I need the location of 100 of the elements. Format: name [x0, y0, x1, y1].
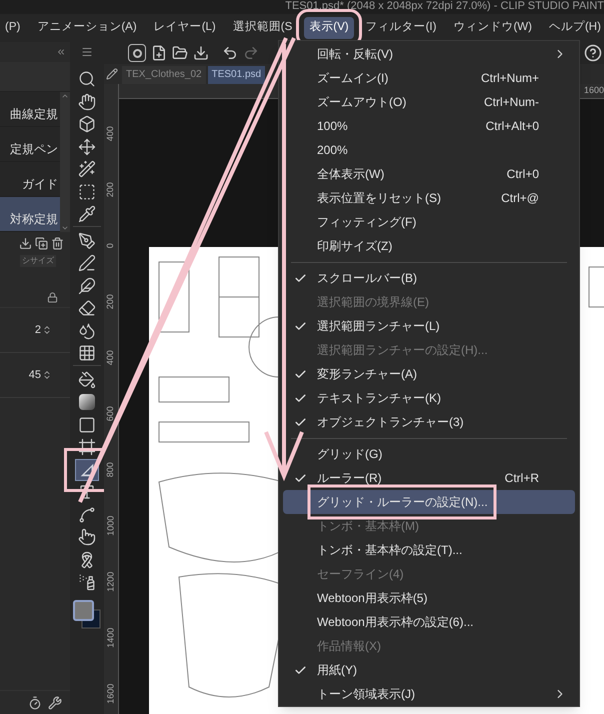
- move-icon: [78, 138, 96, 156]
- menu-item-label: ズームイン(I): [317, 70, 388, 87]
- menu-item-label: トーン領域表示(J): [317, 686, 415, 703]
- menu-item[interactable]: Webtoon用表示枠(5): [283, 586, 575, 610]
- ruler-label: 400: [104, 126, 116, 142]
- collapse-icon[interactable]: [56, 47, 66, 57]
- menu-title[interactable]: アニメーション(A): [32, 17, 142, 39]
- import-icon[interactable]: [19, 236, 32, 250]
- ruler-label: 200: [104, 294, 116, 310]
- undo-icon[interactable]: [222, 45, 238, 61]
- pen-nib-icon: [78, 232, 96, 250]
- ruler-tool-item[interactable]: ガイド: [0, 162, 60, 197]
- menu-item[interactable]: グリッド・ルーラーの設定(N)...: [283, 490, 575, 514]
- menu-item-label: スクロールバー(B): [317, 270, 417, 287]
- menu-item[interactable]: ズームアウト(O) Ctrl+Num-: [283, 90, 575, 114]
- ruler-tool-item[interactable]: 定規ペン: [0, 127, 60, 162]
- wrench-icon[interactable]: [48, 696, 62, 710]
- save-icon[interactable]: [193, 45, 209, 61]
- menu-item-label: フィッティング(F): [317, 214, 416, 231]
- menu-item[interactable]: トーン領域表示(J): [283, 682, 575, 706]
- ruler-tool-item[interactable]: 対称定規: [0, 197, 60, 232]
- menu-item-label: 全体表示(W): [317, 166, 384, 183]
- window-title: TES01.psd* (2048 x 2048px 72dpi 27.0%) - CLIP STUDIO PAINT: [285, 0, 604, 12]
- timer-icon[interactable]: [28, 696, 42, 710]
- hand-icon: [78, 92, 96, 111]
- pencil-icon[interactable]: [106, 68, 118, 80]
- ruler-label: 600: [104, 406, 116, 422]
- menu-item[interactable]: ズームイン(I) Ctrl+Num+: [283, 66, 575, 90]
- menu-item[interactable]: Webtoon用表示枠の設定(6)...: [283, 610, 575, 634]
- menu-item[interactable]: トンボ・基本枠の設定(T)...: [283, 538, 575, 562]
- menu-item[interactable]: 回転・反転(V): [283, 42, 575, 66]
- menu-item[interactable]: 選択範囲ランチャー(L): [283, 314, 575, 338]
- menu-title[interactable]: 表示(V): [304, 17, 354, 39]
- duplicate-icon[interactable]: [35, 236, 48, 250]
- menu-item[interactable]: テキストランチャー(K): [283, 386, 575, 410]
- color-swatch-drawing[interactable]: [72, 600, 102, 630]
- menu-title[interactable]: (P): [0, 17, 26, 39]
- triangle-ruler-icon: [78, 460, 96, 479]
- document-tab[interactable]: TES01.psd: [208, 66, 266, 84]
- spinner-icon[interactable]: [42, 325, 52, 335]
- menu-item-label: Webtoon用表示枠の設定(6)...: [317, 614, 474, 631]
- menu-item[interactable]: 100% Ctrl+Alt+0: [283, 114, 575, 138]
- menu-item-label: 表示位置をリセット(S): [317, 190, 441, 207]
- menu-item[interactable]: 変形ランチャー(A): [283, 362, 575, 386]
- lock-icon[interactable]: [47, 292, 58, 303]
- curve-icon: [78, 506, 96, 524]
- spinner-icon[interactable]: [42, 370, 52, 380]
- menu-item[interactable]: 200%: [283, 138, 575, 162]
- frame-icon: [78, 438, 96, 456]
- ruler-label: 400: [104, 350, 116, 366]
- eyedropper-icon: [78, 205, 96, 224]
- value-text: 45: [28, 368, 41, 383]
- checkmark-icon: [294, 320, 306, 332]
- scrollbar[interactable]: [60, 92, 70, 232]
- menu-item-label: 選択範囲ランチャーの設定(H)...: [317, 342, 488, 359]
- document-tab[interactable]: TEX_Clothes_02: [122, 66, 206, 84]
- menu-icon[interactable]: [81, 46, 93, 58]
- menu-item[interactable]: フィッティング(F): [283, 210, 575, 234]
- menu-title[interactable]: ウィンドウ(W): [448, 17, 537, 39]
- menu-item[interactable]: スクロールバー(B): [283, 266, 575, 290]
- menu-item[interactable]: 用紙(Y): [283, 658, 575, 682]
- menu-item-label: グリッド(G): [317, 446, 382, 463]
- menu-item-label: Webtoon用表示枠(5): [317, 590, 428, 607]
- feather-icon: [78, 276, 96, 295]
- menu-item-label: 回転・反転(V): [317, 46, 393, 63]
- menu-title[interactable]: レイヤー(L): [148, 17, 221, 39]
- menu-item[interactable]: 表示位置をリセット(S) Ctrl+@: [283, 186, 575, 210]
- pointer-icon: [78, 528, 96, 546]
- text-icon: [78, 483, 96, 502]
- menu-item-label: ルーラー(R): [317, 470, 382, 487]
- scroll-down-icon[interactable]: [61, 224, 69, 232]
- menu-item-label: 作品情報(X): [317, 638, 381, 655]
- ruler-label: 1600: [104, 684, 116, 704]
- menu-item[interactable]: オブジェクトランチャー(3): [283, 410, 575, 434]
- menu-item[interactable]: 印刷サイズ(Z): [283, 234, 575, 258]
- checkmark-icon: [294, 392, 306, 404]
- menu-item[interactable]: 全体表示(W) Ctrl+0: [283, 162, 575, 186]
- ruler-tool-item[interactable]: 曲線定規: [0, 92, 60, 127]
- scroll-up-icon[interactable]: [61, 92, 69, 100]
- folder-icon[interactable]: [172, 45, 188, 61]
- square-icon: [78, 416, 96, 434]
- app-logo-icon[interactable]: [128, 44, 146, 62]
- panel-tab[interactable]: シサイズ: [20, 255, 56, 267]
- menu-item[interactable]: グリッド(G): [283, 442, 575, 466]
- menu-title[interactable]: ヘルプ(H): [544, 17, 604, 39]
- menu-item-label: トンボ・基本枠(M): [317, 518, 419, 535]
- menu-item-label: 200%: [317, 142, 348, 159]
- redo-icon[interactable]: [243, 45, 259, 61]
- menu-item-label: 用紙(Y): [317, 662, 357, 679]
- new-file-icon[interactable]: [151, 45, 167, 61]
- menu-title[interactable]: フィルター(I): [360, 17, 442, 39]
- menu-item-label: グリッド・ルーラーの設定(N)...: [317, 494, 488, 511]
- pen-icon: [78, 254, 96, 272]
- menu-item-label: 100%: [317, 118, 348, 135]
- menu-item[interactable]: ルーラー(R) Ctrl+R: [283, 466, 575, 490]
- help-icon[interactable]: [584, 44, 602, 62]
- trash-icon[interactable]: [51, 236, 64, 250]
- menu-title[interactable]: 選択範囲(S: [228, 17, 298, 39]
- ruler-label: 1000: [104, 516, 116, 536]
- gradient-icon: [79, 394, 95, 410]
